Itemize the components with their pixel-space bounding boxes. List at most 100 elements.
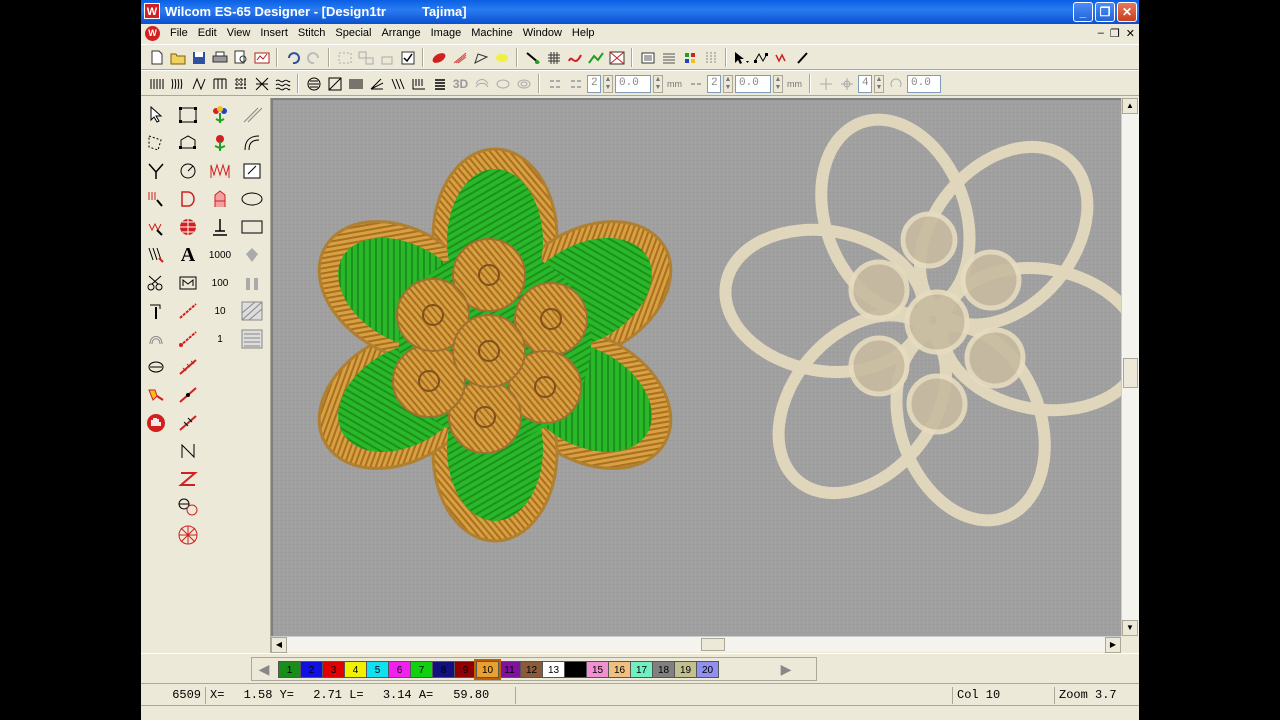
- group-icon[interactable]: [335, 48, 354, 67]
- color-swatch-20[interactable]: 20: [696, 661, 719, 678]
- color-swatch-11[interactable]: 11: [498, 661, 521, 678]
- minimize-button[interactable]: _: [1073, 2, 1093, 22]
- menu-file[interactable]: File: [165, 27, 193, 39]
- menu-special[interactable]: Special: [330, 27, 376, 39]
- color-swatch-14[interactable]: 14: [564, 661, 587, 678]
- color-swatch-19[interactable]: 19: [674, 661, 697, 678]
- ungroup-icon[interactable]: [356, 48, 375, 67]
- columns-count-field[interactable]: 2: [707, 74, 721, 93]
- select-arrow-icon[interactable]: [143, 102, 169, 128]
- auto-split-icon[interactable]: [346, 74, 365, 93]
- show-vectors-icon[interactable]: [492, 48, 511, 67]
- close-button[interactable]: ✕: [1117, 2, 1137, 22]
- 3d-effect-button[interactable]: 3D: [451, 74, 470, 93]
- stemstitch-icon[interactable]: [143, 242, 169, 268]
- print-icon[interactable]: [210, 48, 229, 67]
- globe-fill-icon[interactable]: [175, 214, 201, 240]
- bottles-icon[interactable]: [239, 270, 265, 296]
- cross-stitch-icon[interactable]: [252, 74, 271, 93]
- color-swatch-7[interactable]: 7: [410, 661, 433, 678]
- fancy-stitch-icon[interactable]: [189, 74, 208, 93]
- angle-field[interactable]: 0.0: [907, 74, 941, 93]
- row-spacing-spinner[interactable]: ▲ ▼: [653, 74, 663, 93]
- zigzag-fill-icon[interactable]: [207, 158, 233, 184]
- mdi-close-button[interactable]: ✕: [1126, 27, 1135, 40]
- tie-in-icon[interactable]: [388, 74, 407, 93]
- menu-view[interactable]: View: [222, 27, 256, 39]
- show-stitches-icon[interactable]: [429, 48, 448, 67]
- maximize-button[interactable]: ❐: [1095, 2, 1115, 22]
- vertical-scrollbar[interactable]: ▲ ▼: [1121, 98, 1139, 636]
- slow-redraw-icon[interactable]: [638, 48, 657, 67]
- counter-10-label[interactable]: 10: [207, 298, 233, 324]
- lines-fill-icon[interactable]: [239, 326, 265, 352]
- stitch-list-icon[interactable]: [659, 48, 678, 67]
- scroll-down-icon[interactable]: ▼: [1122, 620, 1138, 636]
- rectangle-icon[interactable]: [239, 214, 265, 240]
- design-info-icon[interactable]: [252, 48, 271, 67]
- pull-compensation-icon[interactable]: [325, 74, 344, 93]
- trim-icon[interactable]: [143, 382, 169, 408]
- rows-count-spinner[interactable]: ▲ ▼: [603, 74, 613, 93]
- color-swatch-5[interactable]: 5: [366, 661, 389, 678]
- document-logo-icon[interactable]: W: [145, 26, 160, 41]
- row-spacing-field[interactable]: 0.0: [615, 74, 651, 93]
- color-swatch-13[interactable]: 13: [542, 661, 565, 678]
- wave-fill-icon[interactable]: [273, 74, 292, 93]
- color-swatch-17[interactable]: 17: [630, 661, 653, 678]
- save-icon[interactable]: [189, 48, 208, 67]
- menu-image[interactable]: Image: [426, 27, 467, 39]
- chain-stitch-icon[interactable]: [175, 354, 201, 380]
- select-object-icon[interactable]: [732, 48, 751, 67]
- reshape-object-icon[interactable]: [753, 48, 772, 67]
- outline-object-icon[interactable]: [175, 130, 201, 156]
- color-swatch-10[interactable]: 10: [474, 659, 501, 680]
- measure-line-icon[interactable]: [175, 326, 201, 352]
- arrange-circle-icon[interactable]: [837, 74, 856, 93]
- parallel-lines-icon[interactable]: [239, 102, 265, 128]
- curve-arc-icon[interactable]: [239, 130, 265, 156]
- needle-position-icon[interactable]: [143, 298, 169, 324]
- new-file-icon[interactable]: [147, 48, 166, 67]
- fill-shape-icon[interactable]: [239, 242, 265, 268]
- scroll-right-icon[interactable]: ▶: [1105, 637, 1121, 653]
- knife-icon[interactable]: [795, 48, 814, 67]
- scissors-icon[interactable]: [143, 270, 169, 296]
- column-spacing-icon[interactable]: [686, 74, 705, 93]
- tru-view-icon[interactable]: [586, 48, 605, 67]
- check-icon[interactable]: [398, 48, 417, 67]
- color-swatch-3[interactable]: 3: [322, 661, 345, 678]
- horizontal-scroll-thumb[interactable]: [701, 638, 725, 651]
- run-stitch-icon[interactable]: [143, 186, 169, 212]
- color-swatch-12[interactable]: 12: [520, 661, 543, 678]
- column-icon[interactable]: [430, 74, 449, 93]
- tree-embroidery-icon[interactable]: [207, 130, 233, 156]
- counter-100-label[interactable]: 100: [207, 270, 233, 296]
- needle-stand-icon[interactable]: [207, 214, 233, 240]
- embroidery-design[interactable]: [273, 100, 1121, 636]
- box-select-icon[interactable]: [239, 158, 265, 184]
- reshape-frame-icon[interactable]: [175, 102, 201, 128]
- menu-insert[interactable]: Insert: [255, 27, 293, 39]
- color-swatch-4[interactable]: 4: [344, 661, 367, 678]
- ellipse-icon[interactable]: [239, 186, 265, 212]
- circle-cut-icon[interactable]: [175, 158, 201, 184]
- rotate-icon[interactable]: [886, 74, 905, 93]
- line-points-icon[interactable]: [175, 382, 201, 408]
- copies-count-field[interactable]: 4: [858, 74, 872, 93]
- scroll-up-icon[interactable]: ▲: [1122, 98, 1138, 114]
- menu-machine[interactable]: Machine: [466, 27, 518, 39]
- rows-count-field[interactable]: 2: [587, 74, 601, 93]
- rows-icon[interactable]: [566, 74, 585, 93]
- show-connectors-icon[interactable]: [523, 48, 542, 67]
- tatami-stitch-icon[interactable]: [168, 74, 187, 93]
- contour-fill-icon[interactable]: [472, 74, 491, 93]
- redo-icon[interactable]: [304, 48, 323, 67]
- horizontal-scrollbar[interactable]: ◀ ▶: [271, 636, 1121, 653]
- palette-next-icon[interactable]: ▶: [776, 661, 796, 677]
- monogram-icon[interactable]: [175, 270, 201, 296]
- column-spacing-spinner[interactable]: ▲ ▼: [773, 74, 783, 93]
- digitize-d-icon[interactable]: [175, 186, 201, 212]
- zigzag-z-icon[interactable]: [175, 466, 201, 492]
- show-outlines-icon[interactable]: [450, 48, 469, 67]
